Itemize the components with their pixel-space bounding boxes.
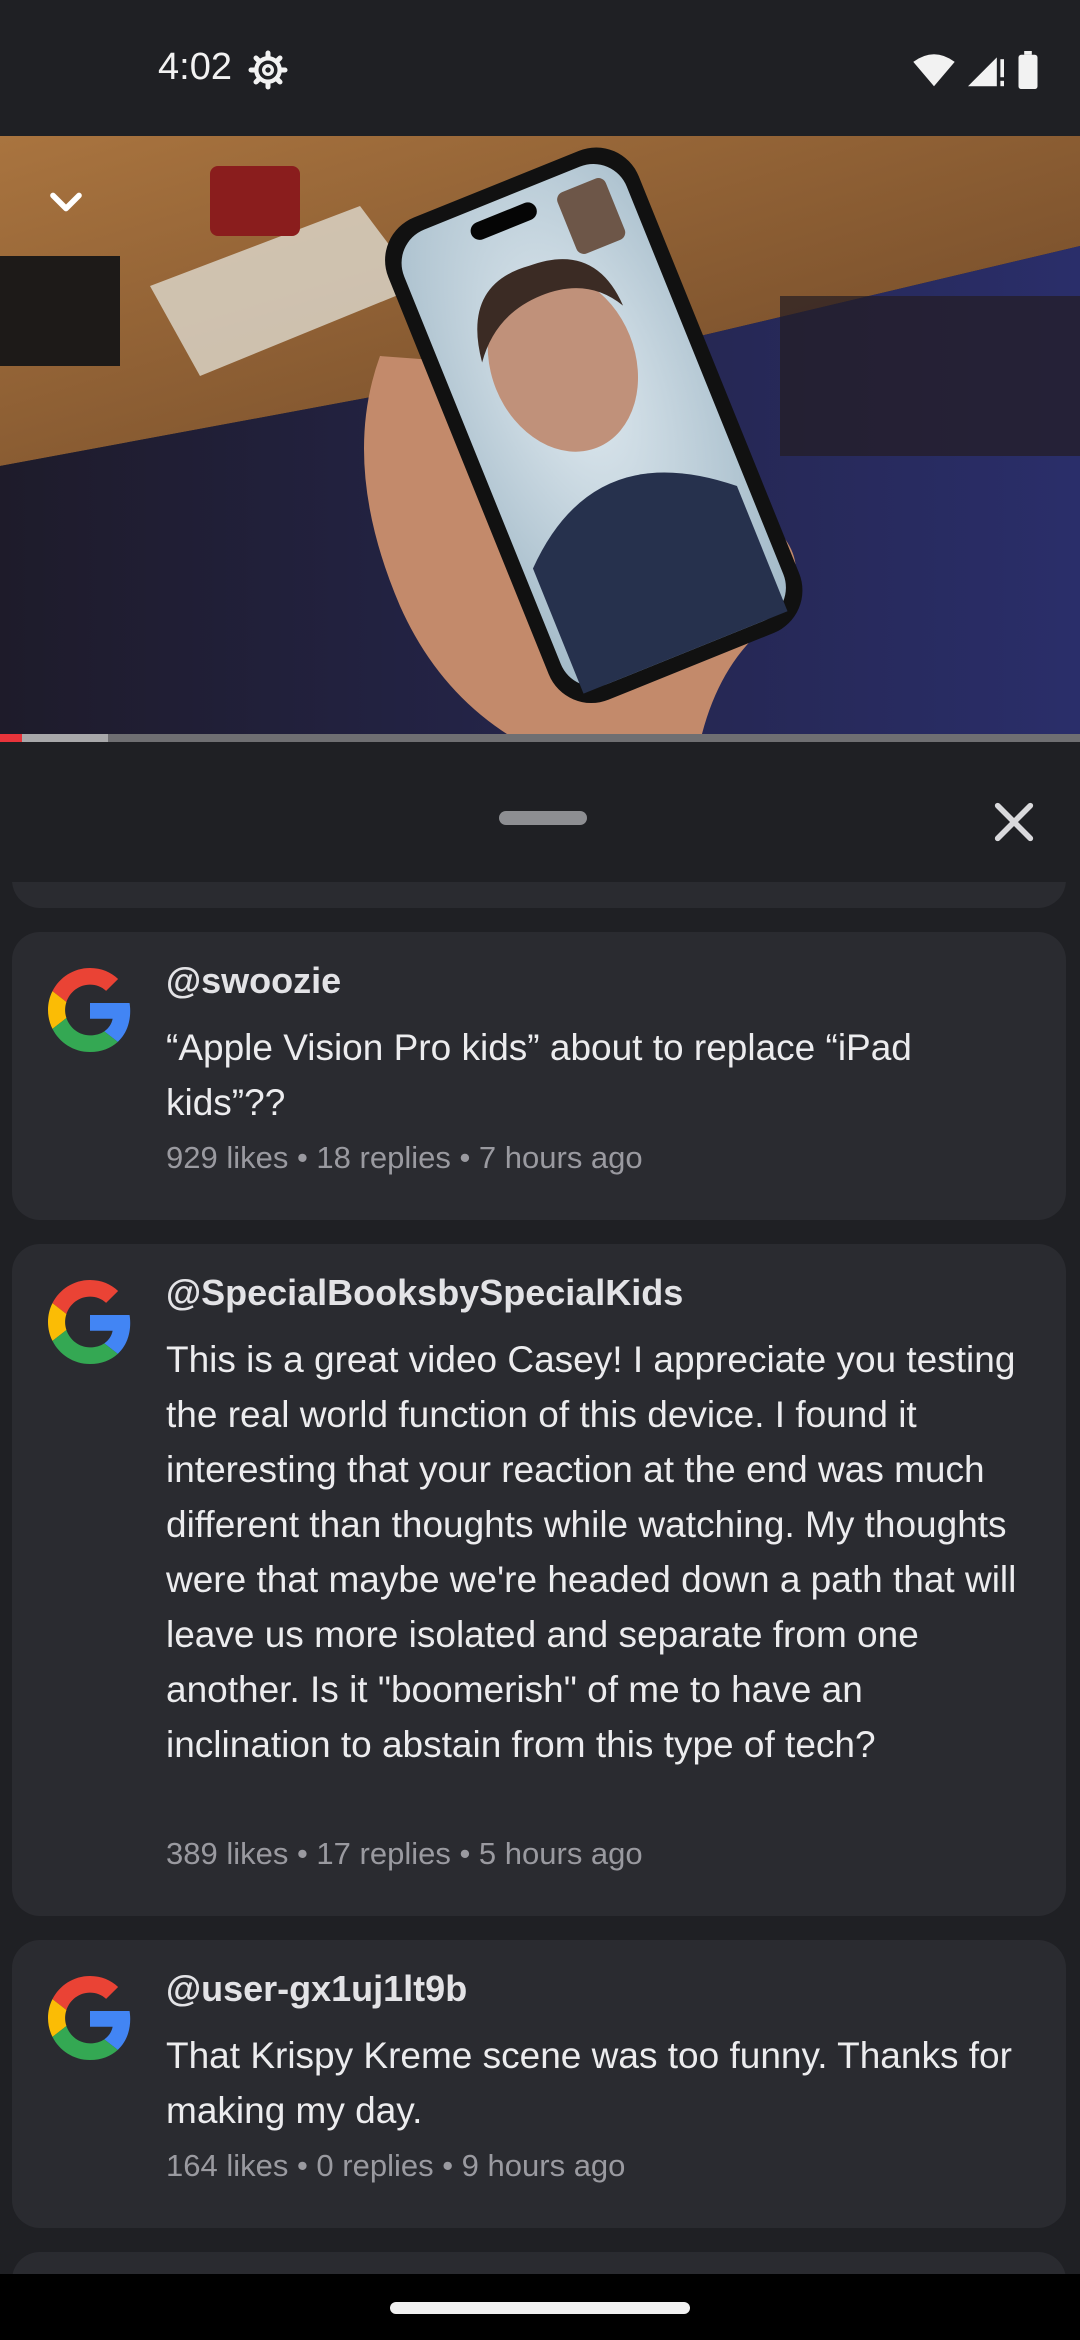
comment-author[interactable]: @SpecialBooksbySpecialKids <box>166 1272 683 1314</box>
comments-sheet-header <box>0 742 1080 882</box>
comment-meta: 389 likes • 17 replies • 5 hours ago <box>166 1836 643 1871</box>
comment-card[interactable]: @SpecialBooksbySpecialKids This is a gre… <box>12 1244 1066 1916</box>
google-logo-icon[interactable] <box>48 1280 132 1364</box>
status-time: 4:02 <box>158 46 232 88</box>
google-logo-icon[interactable] <box>48 1976 132 2060</box>
comment-card-partial[interactable] <box>12 882 1066 908</box>
video-player[interactable] <box>0 136 1080 742</box>
chevron-down-icon[interactable] <box>40 176 92 228</box>
google-logo-icon[interactable] <box>48 968 132 1052</box>
navigation-bar <box>0 2274 1080 2340</box>
close-icon[interactable] <box>986 794 1042 850</box>
comments-list[interactable]: @swoozie “Apple Vision Pro kids” about t… <box>0 882 1080 2274</box>
comment-text: This is a great video Casey! I appreciat… <box>166 1339 1017 1765</box>
comment-meta: 164 likes • 0 replies • 9 hours ago <box>166 2148 626 2183</box>
comment-card[interactable]: @swoozie “Apple Vision Pro kids” about t… <box>12 932 1066 1220</box>
comment-card[interactable]: @user-gx1uj1lt9b That Krispy Kreme scene… <box>12 1940 1066 2228</box>
drag-handle[interactable] <box>499 811 587 825</box>
comment-author[interactable]: @swoozie <box>166 960 341 1002</box>
battery-icon <box>1018 51 1038 89</box>
comment-text: “Apple Vision Pro kids” about to replace… <box>166 1027 912 1123</box>
comment-meta: 929 likes • 18 replies • 7 hours ago <box>166 1140 643 1175</box>
comment-author[interactable]: @user-gx1uj1lt9b <box>166 1968 467 2010</box>
video-progress-bar[interactable] <box>0 734 1080 742</box>
status-icons <box>912 50 1040 90</box>
gear-icon <box>248 50 288 90</box>
signal-icon <box>968 57 1004 87</box>
status-bar: 4:02 <box>0 0 1080 136</box>
comment-text: That Krispy Kreme scene was too funny. T… <box>166 2035 1012 2131</box>
progress-played <box>0 734 22 742</box>
home-gesture-pill[interactable] <box>390 2302 690 2314</box>
video-frame <box>0 136 1080 742</box>
wifi-icon <box>913 54 955 87</box>
comment-card-partial[interactable] <box>12 2252 1066 2274</box>
